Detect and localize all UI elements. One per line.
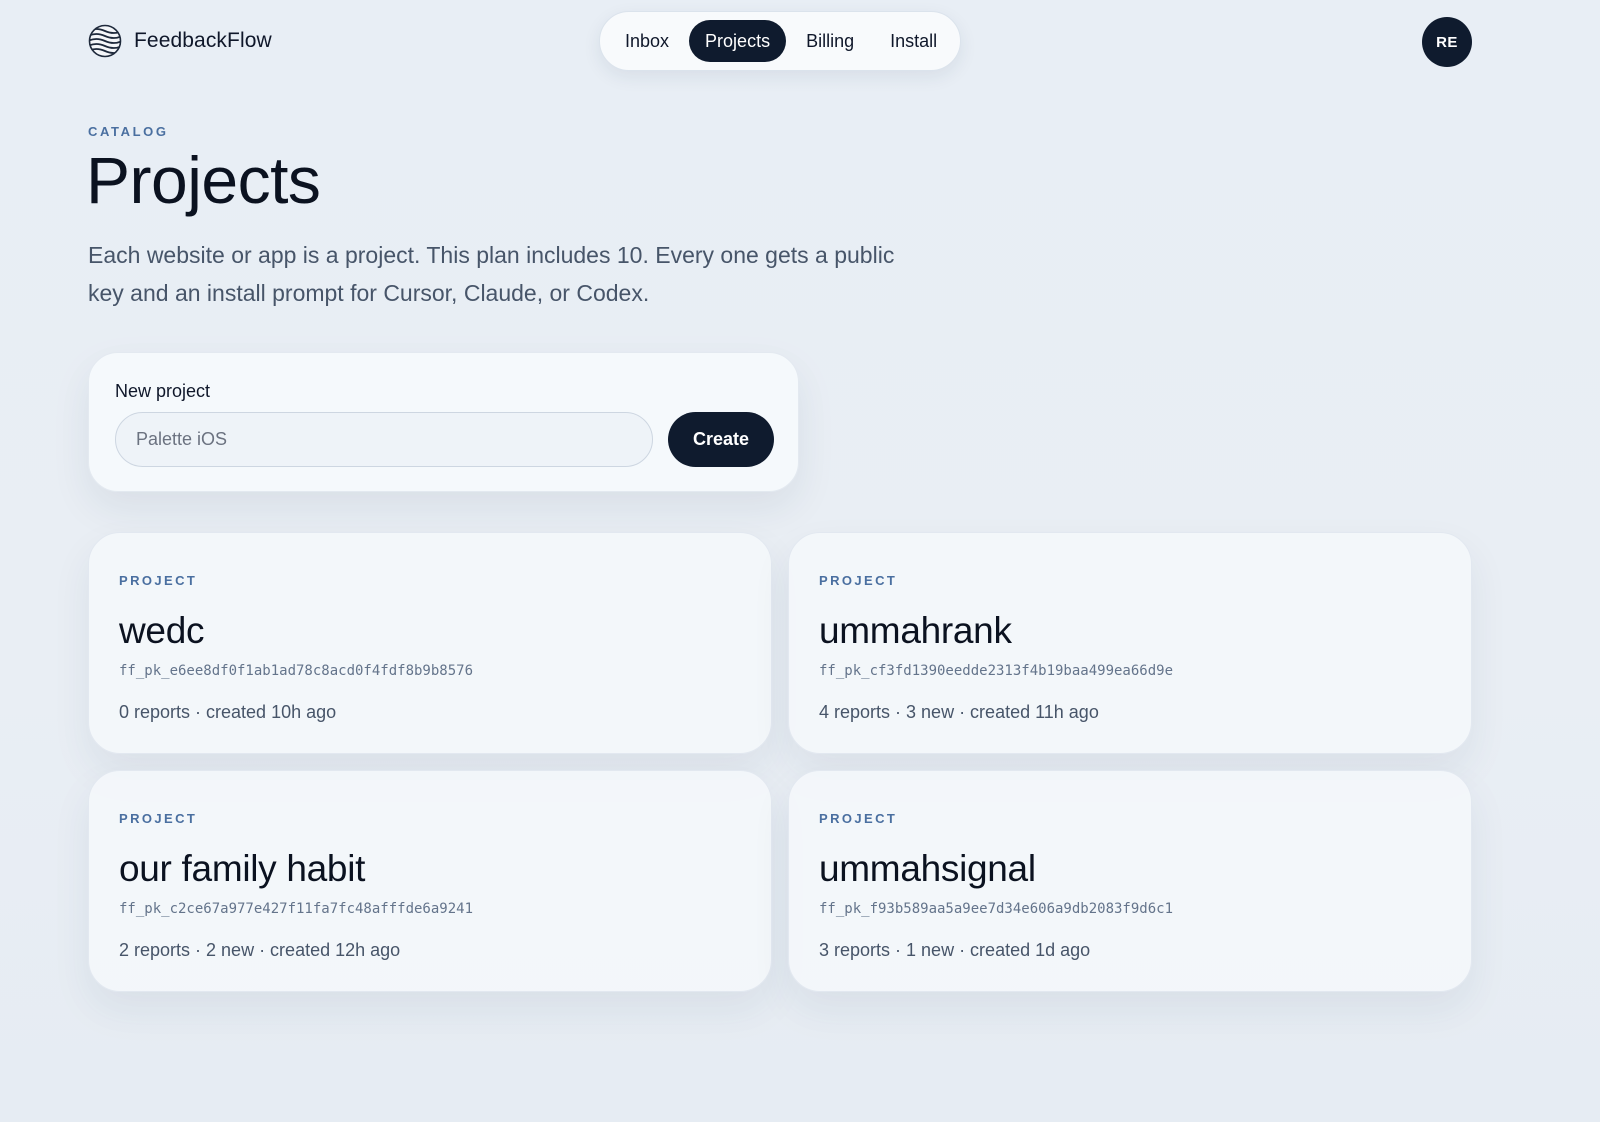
project-name: our family habit bbox=[119, 848, 366, 889]
project-eyebrow: PROJECT bbox=[819, 811, 898, 826]
project-meta: 4 reports · 3 new · created 11h ago bbox=[819, 702, 1099, 722]
project-eyebrow: PROJECT bbox=[119, 811, 198, 826]
brand[interactable]: FeedbackFlow bbox=[88, 24, 272, 58]
project-public-key: ff_pk_c2ce67a977e427f11fa7fc48afffde6a92… bbox=[119, 901, 474, 917]
project-meta: 0 reports · created 10h ago bbox=[119, 702, 337, 722]
brand-name: FeedbackFlow bbox=[134, 29, 272, 52]
project-card[interactable]: PROJECT ummahrank ff_pk_cf3fd1390eedde23… bbox=[788, 532, 1472, 754]
wave-globe-icon bbox=[88, 24, 122, 58]
project-eyebrow: PROJECT bbox=[819, 573, 898, 588]
top-bar: FeedbackFlow Inbox Projects Billing Inst… bbox=[0, 0, 1600, 82]
project-card[interactable]: PROJECT our family habit ff_pk_c2ce67a97… bbox=[88, 770, 772, 992]
project-name: ummahrank bbox=[819, 610, 1012, 651]
create-button[interactable]: Create bbox=[668, 412, 774, 467]
nav-billing[interactable]: Billing bbox=[790, 20, 870, 62]
user-avatar[interactable]: RE bbox=[1422, 17, 1472, 67]
project-meta: 3 reports · 1 new · created 1d ago bbox=[819, 940, 1091, 960]
page-description: Each website or app is a project. This p… bbox=[88, 242, 895, 306]
new-project-label: New project bbox=[115, 381, 211, 401]
project-public-key: ff_pk_cf3fd1390eedde2313f4b19baa499ea66d… bbox=[819, 663, 1174, 679]
project-eyebrow: PROJECT bbox=[119, 573, 198, 588]
new-project-card: New project Create bbox=[88, 352, 799, 492]
project-grid: PROJECT wedc ff_pk_e6ee8df0f1ab1ad78c8ac… bbox=[88, 532, 1472, 992]
project-card[interactable]: PROJECT wedc ff_pk_e6ee8df0f1ab1ad78c8ac… bbox=[88, 532, 772, 754]
project-name: ummahsignal bbox=[819, 848, 1036, 889]
project-name: wedc bbox=[119, 610, 205, 651]
project-public-key: ff_pk_f93b589aa5a9ee7d34e606a9db2083f9d6… bbox=[819, 901, 1174, 917]
page-title: Projects bbox=[86, 143, 321, 217]
project-public-key: ff_pk_e6ee8df0f1ab1ad78c8acd0f4fdf8b9b85… bbox=[119, 663, 474, 679]
project-meta: 2 reports · 2 new · created 12h ago bbox=[119, 940, 401, 960]
project-card[interactable]: PROJECT ummahsignal ff_pk_f93b589aa5a9ee… bbox=[788, 770, 1472, 992]
main-nav: Inbox Projects Billing Install bbox=[599, 11, 961, 71]
project-name-input[interactable] bbox=[115, 412, 653, 467]
nav-projects[interactable]: Projects bbox=[689, 20, 787, 62]
nav-inbox[interactable]: Inbox bbox=[609, 20, 685, 62]
nav-install[interactable]: Install bbox=[874, 20, 953, 62]
page-eyebrow: CATALOG bbox=[88, 124, 169, 139]
